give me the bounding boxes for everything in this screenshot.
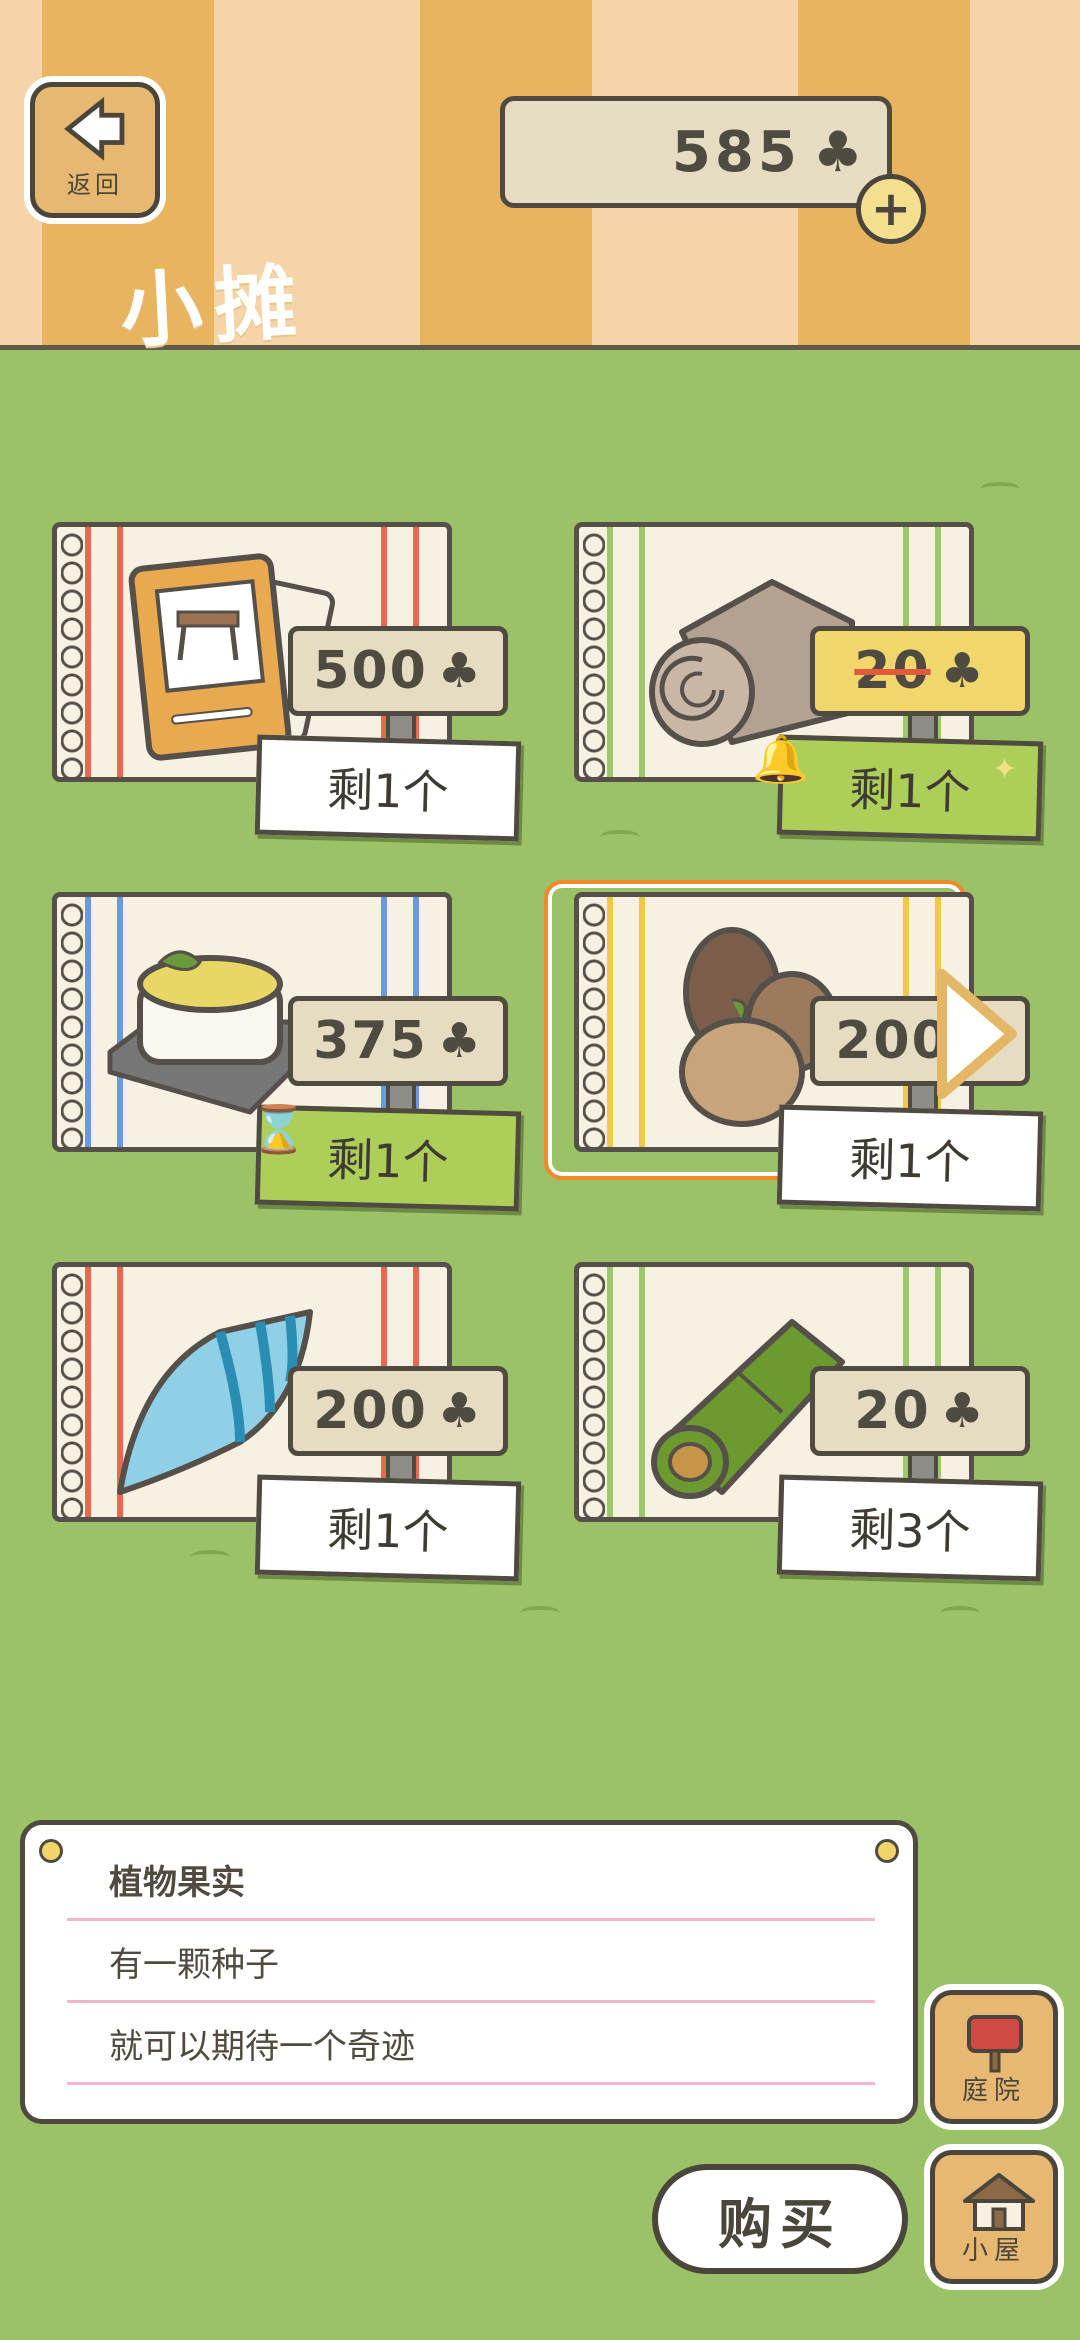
- clover-icon: ♣: [812, 119, 863, 185]
- price-tag: 20 ♣: [810, 1366, 1030, 1456]
- shop-item-sea-shell[interactable]: 200 ♣ 剩1个: [30, 1262, 530, 1582]
- hourglass-icon: ⌛: [250, 1102, 308, 1156]
- description-line: 有一颗种子: [67, 1925, 875, 2003]
- price-tag-sale: 20 ♣: [810, 626, 1030, 716]
- item-name: 植物果实: [67, 1843, 875, 1921]
- yard-button-label: 庭院: [961, 2076, 1026, 2106]
- bell-icon: 🔔: [752, 732, 810, 786]
- price-value: 375: [313, 1011, 428, 1071]
- stock-label: 剩3个: [776, 1474, 1044, 1582]
- shop-item-pudding-dish[interactable]: 375 ♣ 剩1个 ⌛: [30, 892, 530, 1212]
- shop-item-bamboo[interactable]: 20 ♣ 剩3个: [552, 1262, 1052, 1582]
- stock-label: 剩1个: [254, 734, 522, 842]
- shop-item-nuts-and-seeds[interactable]: 200 ♣ 剩1个: [544, 880, 1052, 1212]
- shop-item-rolled-blanket[interactable]: 20 ♣ 剩1个 🔔 ✦: [552, 522, 1052, 842]
- back-button-label: 返回: [67, 170, 123, 199]
- price-value: 20: [854, 1381, 931, 1441]
- clover-icon: ♣: [940, 1383, 986, 1439]
- stock-label: 剩1个: [254, 1474, 522, 1582]
- clover-icon: ♣: [437, 1383, 483, 1439]
- price-value: 200: [313, 1381, 428, 1441]
- sparkle-icon: ✦: [992, 752, 1018, 787]
- clover-icon: ♣: [437, 1013, 483, 1069]
- back-button[interactable]: 🡄 返回: [30, 82, 160, 218]
- grass-decoration: [190, 1550, 230, 1564]
- clover-currency-display: 585 ♣: [500, 96, 892, 208]
- yard-button[interactable]: 庭院: [930, 1990, 1058, 2124]
- house-button-label: 小屋: [961, 2236, 1026, 2266]
- next-arrow-icon[interactable]: [932, 964, 1022, 1104]
- stock-label: 剩1个: [776, 734, 1044, 842]
- stock-label: 剩1个: [776, 1104, 1044, 1212]
- awning-header: 🡄 返回 小摊 585 ♣ +: [0, 0, 1080, 360]
- pin-icon: [39, 1839, 63, 1863]
- grass-decoration: [980, 482, 1020, 496]
- house-icon: [963, 2173, 1035, 2231]
- price-tag: 500 ♣: [288, 626, 508, 716]
- description-line: 就可以期待一个奇迹: [67, 2007, 875, 2085]
- shop-item-table-blueprint[interactable]: 500 ♣ 剩1个: [30, 522, 530, 842]
- mailbox-icon: [967, 2015, 1023, 2073]
- price-value: 20: [854, 641, 931, 701]
- item-description-panel: 植物果实 有一颗种子 就可以期待一个奇迹: [20, 1820, 918, 2124]
- buy-button[interactable]: 购买: [652, 2164, 908, 2274]
- price-tag: 375 ♣: [288, 996, 508, 1086]
- grass-decoration: [940, 1606, 980, 1620]
- back-arrow-icon: 🡄: [64, 95, 127, 164]
- add-currency-button[interactable]: +: [856, 174, 926, 244]
- clover-icon: ♣: [437, 643, 483, 699]
- house-button[interactable]: 小屋: [930, 2150, 1058, 2284]
- currency-amount: 585: [671, 119, 801, 185]
- pin-icon: [875, 1839, 899, 1863]
- price-value: 500: [313, 641, 428, 701]
- grass-decoration: [520, 1606, 560, 1620]
- grass-decoration: [600, 830, 640, 844]
- clover-icon: ♣: [940, 643, 986, 699]
- page-title: 小摊: [118, 255, 311, 360]
- price-tag: 200 ♣: [288, 1366, 508, 1456]
